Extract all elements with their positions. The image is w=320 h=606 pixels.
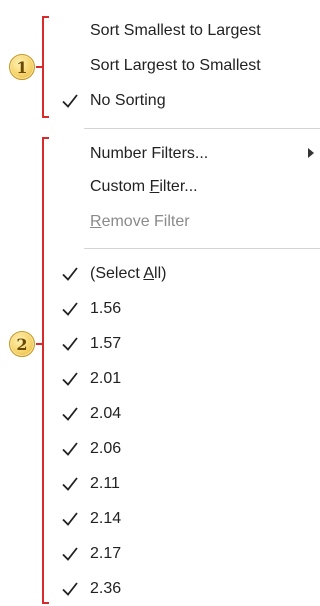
value-item[interactable]: 2.06 [58,437,320,461]
check-icon [58,402,82,426]
section-2-bracket [42,137,49,604]
value-item[interactable]: 1.57 [58,332,320,356]
value-item[interactable]: 2.04 [58,402,320,426]
menu-separator [84,128,320,129]
value-item[interactable]: 2.01 [58,367,320,391]
value-item[interactable]: 2.36 [58,577,320,601]
section-2-badge: 2 [9,331,35,357]
value-label: 2.06 [90,440,122,457]
filter-dropdown-menu: 1 Sort Smallest to Largest Sort Largest … [0,0,320,606]
remove-filter-label: Remove Filter [90,213,190,230]
custom-filter-label: Custom Filter... [90,178,198,195]
check-icon [58,507,82,531]
number-filters-item[interactable]: Number Filters... [58,142,320,166]
select-all-label: (Select All) [90,265,167,282]
check-icon [58,472,82,496]
value-label: 1.56 [90,300,122,317]
check-icon [58,367,82,391]
value-item[interactable]: 2.14 [58,507,320,531]
sort-descending-item[interactable]: Sort Largest to Smallest [58,54,320,78]
sort-ascending-item[interactable]: Sort Smallest to Largest [58,19,320,43]
value-label: 2.14 [90,510,122,527]
sort-descending-label: Sort Largest to Smallest [90,57,261,74]
check-icon [58,89,82,113]
value-label: 2.04 [90,405,122,422]
menu-separator [84,248,320,249]
no-sorting-label: No Sorting [90,92,166,109]
value-item[interactable]: 1.56 [58,297,320,321]
remove-filter-item: Remove Filter [58,210,320,234]
section-1-badge: 1 [9,54,35,80]
section-2-bracket-tick [36,343,44,345]
custom-filter-item[interactable]: Custom Filter... [58,175,320,199]
value-item[interactable]: 2.17 [58,542,320,566]
check-icon [58,542,82,566]
value-item[interactable]: 2.11 [58,472,320,496]
value-label: 2.36 [90,580,122,597]
submenu-arrow-icon [308,148,314,158]
check-icon [58,297,82,321]
value-label: 2.01 [90,370,122,387]
check-icon [58,332,82,356]
select-all-item[interactable]: (Select All) [58,262,320,286]
section-1-bracket-tick [36,66,44,68]
check-icon [58,437,82,461]
number-filters-label: Number Filters... [90,145,209,162]
no-sorting-item[interactable]: No Sorting [58,89,320,113]
value-label: 1.57 [90,335,122,352]
check-icon [58,577,82,601]
check-icon [58,262,82,286]
sort-ascending-label: Sort Smallest to Largest [90,22,261,39]
value-label: 2.17 [90,545,122,562]
value-label: 2.11 [90,475,120,492]
